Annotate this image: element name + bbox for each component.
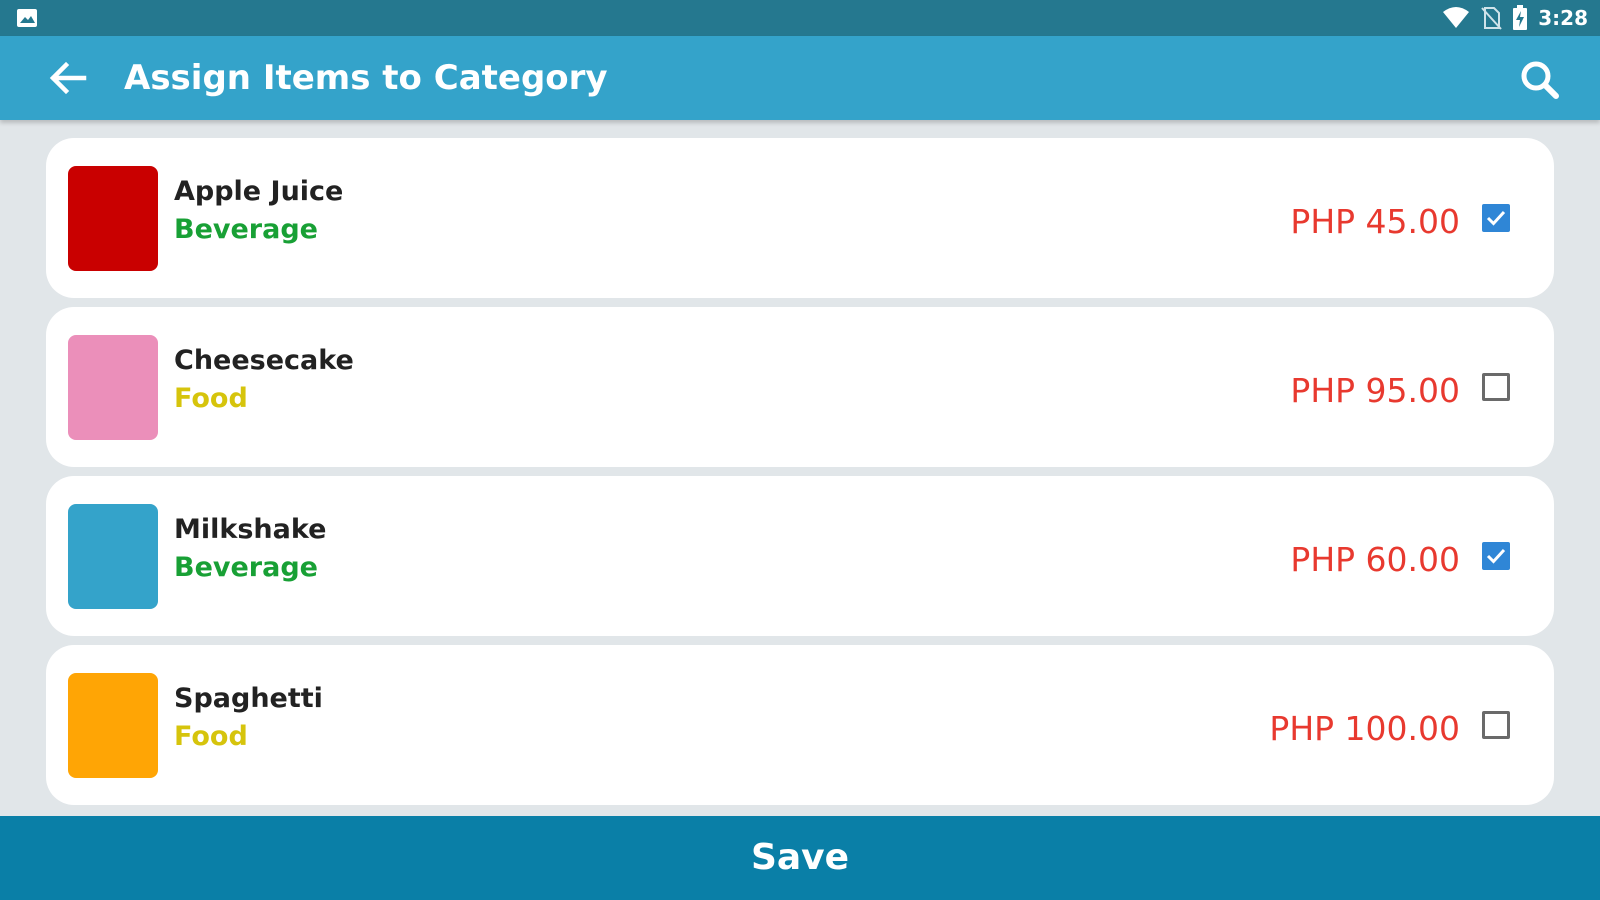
wifi-icon [1443,7,1470,28]
item-price: PHP 60.00 [1290,540,1460,579]
item-name: Milkshake [174,514,327,545]
item-color-swatch [68,335,158,440]
page-title: Assign Items to Category [124,58,608,98]
item-color-swatch [68,166,158,271]
item-price: PHP 45.00 [1290,202,1460,241]
save-button[interactable]: Save [0,816,1600,900]
app-bar: Assign Items to Category [0,36,1600,120]
arrow-back-icon[interactable] [44,56,92,100]
item-color-swatch [68,673,158,778]
checkmark-icon [1486,548,1506,564]
item-category: Beverage [174,552,318,583]
no-sim-icon [1481,7,1502,30]
item-checkbox[interactable] [1482,711,1510,739]
item-checkbox[interactable] [1482,542,1510,570]
search-icon[interactable] [1516,56,1564,104]
item-card-apple-juice[interactable]: Apple Juice Beverage PHP 45.00 [46,138,1554,298]
item-color-swatch [68,504,158,609]
item-price: PHP 100.00 [1269,709,1460,748]
item-card-milkshake[interactable]: Milkshake Beverage PHP 60.00 [46,476,1554,636]
item-name: Cheesecake [174,345,354,376]
item-checkbox[interactable] [1482,204,1510,232]
battery-charging-icon [1513,5,1528,30]
item-category: Food [174,721,248,752]
item-name: Spaghetti [174,683,323,714]
item-category: Beverage [174,214,318,245]
status-bar: 3:28 [0,0,1600,36]
item-category: Food [174,383,248,414]
item-card-spaghetti[interactable]: Spaghetti Food PHP 100.00 [46,645,1554,805]
item-card-cheesecake[interactable]: Cheesecake Food PHP 95.00 [46,307,1554,467]
gallery-icon [17,9,37,27]
item-price: PHP 95.00 [1290,371,1460,410]
status-time: 3:28 [1538,6,1588,30]
item-name: Apple Juice [174,176,344,207]
item-list[interactable]: Apple Juice Beverage PHP 45.00 Cheesecak… [0,120,1600,816]
checkmark-icon [1486,210,1506,226]
item-checkbox[interactable] [1482,373,1510,401]
